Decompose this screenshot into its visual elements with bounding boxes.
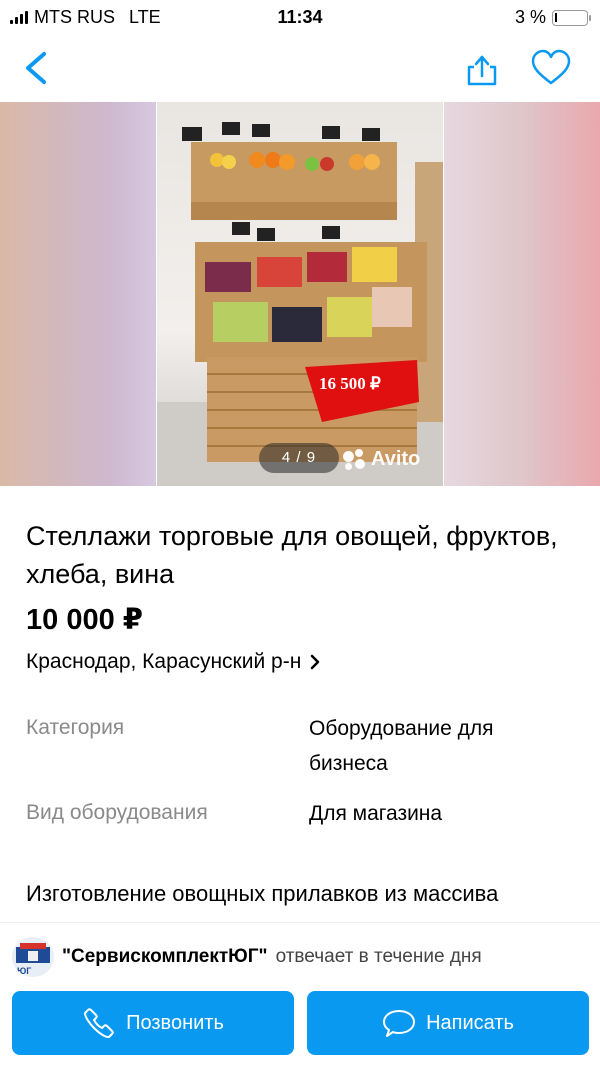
battery-icon	[552, 9, 591, 26]
status-right: 3 %	[514, 7, 591, 28]
navigation-bar	[0, 34, 600, 102]
seller-response-time: отвечает в течение дня	[275, 946, 482, 967]
param-value-category: Оборудование для бизнеса	[309, 717, 494, 775]
listing-price: 10 000 ₽	[26, 604, 143, 636]
seller-logo-text: ЮГ	[17, 966, 31, 976]
avito-logo-icon	[343, 448, 367, 471]
status-bar: MTS RUS LTE 11:34 3 %	[0, 0, 600, 34]
contact-bar: ЮГ "СервискомплектЮГ" отвечает в течение…	[0, 922, 600, 1067]
price-tag-label: 16 500 ₽	[319, 374, 381, 393]
watermark-text: Avito	[371, 448, 421, 470]
message-button[interactable]: Написать	[307, 991, 589, 1055]
location-text: Краснодар, Карасунский р-н	[26, 650, 302, 673]
message-button-label: Написать	[426, 1011, 514, 1034]
share-icon	[467, 55, 497, 86]
seller-info[interactable]: ЮГ "СервискомплектЮГ" отвечает в течение…	[12, 937, 592, 977]
chevron-right-icon	[311, 654, 320, 670]
battery-percent: 3 %	[514, 7, 546, 27]
call-button[interactable]: Позвонить	[12, 991, 294, 1055]
photo-gallery[interactable]: 16 500 ₽	[0, 102, 600, 486]
avito-watermark: Avito	[343, 448, 420, 471]
param-value-equipment-type: Для магазина	[309, 802, 443, 825]
heart-icon	[531, 49, 571, 85]
listing-description: Изготовление овощных прилавков из массив…	[26, 881, 499, 906]
phone-icon	[84, 1008, 114, 1038]
clock: 11:34	[277, 7, 323, 27]
call-button-label: Позвонить	[126, 1011, 224, 1034]
chat-bubble-icon	[383, 1010, 416, 1037]
location-link[interactable]: Краснодар, Карасунский р-н	[26, 650, 321, 674]
listing-title: Стеллажи торговые для овощей, фруктов, х…	[26, 521, 558, 589]
back-button[interactable]	[14, 46, 58, 90]
seller-logo-image: ЮГ	[12, 937, 54, 977]
seller-name: "СервискомплектЮГ"	[62, 946, 268, 967]
param-name-equipment-type: Вид оборудования	[26, 801, 208, 824]
param-name-category: Категория	[26, 716, 125, 739]
share-button[interactable]	[460, 46, 504, 90]
chevron-left-icon	[26, 52, 46, 84]
produce-rack-image: 16 500 ₽	[157, 122, 443, 486]
favorite-button[interactable]	[529, 46, 573, 90]
listing-photo: 16 500 ₽	[157, 102, 443, 486]
photo-counter: 4 / 9	[259, 443, 339, 473]
seller-logo: ЮГ	[12, 937, 54, 977]
